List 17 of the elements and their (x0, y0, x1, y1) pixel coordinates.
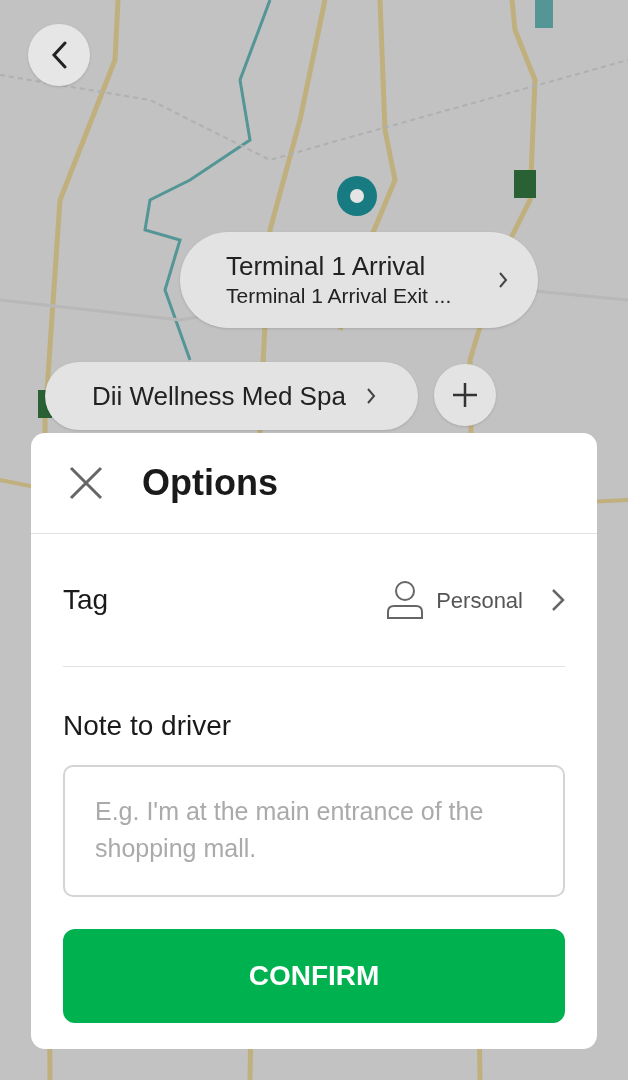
plus-icon (452, 382, 478, 408)
note-label: Note to driver (63, 709, 233, 743)
close-button[interactable] (68, 465, 104, 501)
chevron-icon (498, 271, 508, 289)
back-icon (51, 41, 67, 69)
chevron-icon (551, 588, 565, 612)
stop-pill[interactable]: Dii Wellness Med Spa (45, 362, 418, 430)
person-icon (386, 580, 425, 620)
destination-title: Terminal 1 Arrival (226, 250, 427, 282)
tag-label: Tag (63, 583, 110, 617)
note-field[interactable]: E.g. I'm at the main entrance of the shopping mall. (63, 765, 565, 897)
chevron-icon (365, 387, 376, 405)
destination-pill[interactable]: Terminal 1 Arrival Terminal 1 Arrival Exit ... (180, 232, 538, 328)
tag-selector[interactable]: Personal (386, 580, 565, 620)
close-icon (69, 466, 103, 500)
destination-subtitle: Terminal 1 Arrival Exit ... (226, 283, 453, 309)
sheet-title: Options (142, 461, 278, 505)
